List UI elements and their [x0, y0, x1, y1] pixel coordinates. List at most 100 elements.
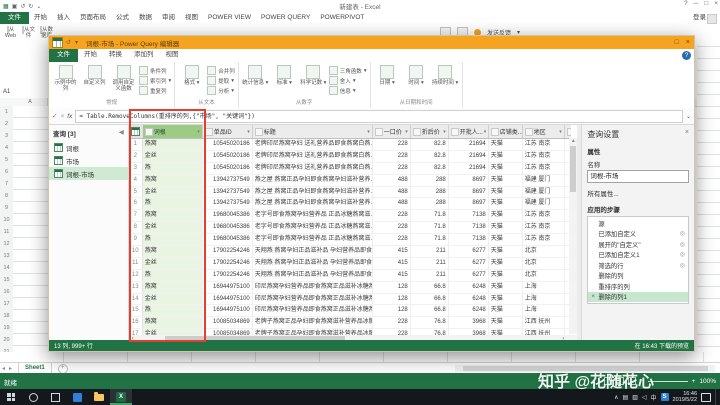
add-sheet-icon[interactable]: +	[58, 364, 68, 374]
applied-step-item[interactable]: × 删除的列1 ◎	[588, 292, 688, 303]
vertical-scroll-thumb[interactable]	[570, 146, 576, 192]
pq-ribbon-tab[interactable]: 视图	[160, 49, 185, 62]
excel-ribbon-tab[interactable]: 页面布局	[75, 12, 111, 24]
filter-dropdown-icon[interactable]: ▾	[559, 129, 562, 135]
excel-ribbon-tab[interactable]: 审阅	[157, 12, 180, 24]
applied-step-item[interactable]: × 筛选的行 ◎	[588, 260, 688, 271]
excel-ribbon-tab[interactable]: POWER VIEW	[203, 12, 256, 24]
commit-icon[interactable]: ✓	[52, 112, 57, 120]
excel-ribbon-tab[interactable]: POWERPIVOT	[315, 12, 369, 24]
trigonometry-button[interactable]: 三角函数 ▾	[329, 66, 367, 75]
zoom-level[interactable]: 100%	[699, 378, 716, 385]
standard-button[interactable]: 标准 ▾	[271, 64, 298, 97]
sogou-ime-icon[interactable]: S	[661, 393, 669, 401]
duration-button[interactable]: 持续时间 ▾	[432, 64, 459, 97]
notification-center-icon[interactable]	[701, 393, 711, 402]
column-header-region[interactable]: 地区▾	[523, 125, 565, 138]
excel-taskbar-button[interactable]: X	[110, 389, 132, 405]
query-list-item[interactable]: 词根	[49, 141, 128, 154]
column-header-price[interactable]: 一口价▾	[373, 125, 411, 138]
column-header-discount-price[interactable]: 折后价▾	[411, 125, 449, 138]
delete-step-icon[interactable]: ×	[591, 293, 598, 300]
gear-icon[interactable]: ◎	[680, 262, 685, 269]
from-file-button[interactable]: 从文件	[20, 27, 37, 40]
file-explorer-button[interactable]	[88, 389, 110, 405]
close-icon[interactable]: ×	[714, 0, 718, 7]
column-from-examples-button[interactable]: 示例中的列	[52, 64, 79, 97]
excel-ribbon-tab[interactable]: POWER QUERY	[256, 12, 315, 24]
column-header-title[interactable]: 标题▾	[253, 125, 373, 138]
format-button[interactable]: 格式 ▾	[178, 64, 205, 97]
taskbar-clock[interactable]: 16:46 2019/5/22	[673, 391, 697, 403]
extract-button[interactable]: 提取 ▾	[207, 76, 235, 85]
gear-icon[interactable]: ◎	[680, 241, 685, 248]
rounding-button[interactable]: 舍入 ▾	[329, 76, 367, 85]
filter-dropdown-icon[interactable]: ▾	[443, 129, 446, 135]
search-button[interactable]	[22, 389, 44, 405]
pq-help-icon[interactable]: ?	[682, 51, 691, 60]
column-header-shop-type[interactable]: 店铺类...▾	[489, 125, 523, 138]
start-button[interactable]	[0, 389, 22, 405]
pq-ribbon-tab[interactable]: 开始	[78, 49, 103, 62]
task-view-button[interactable]	[44, 389, 66, 405]
column-header-buyers[interactable]: 开批人...▾	[449, 125, 489, 138]
index-column-button[interactable]: 索引列 ▾	[139, 76, 171, 85]
applied-step-item[interactable]: × 源 ◎	[588, 218, 688, 229]
gear-icon[interactable]: ◎	[680, 251, 685, 258]
date-button[interactable]: 日期 ▾	[374, 64, 401, 97]
filter-dropdown-icon[interactable]: ▾	[247, 129, 250, 135]
pq-ribbon-tab[interactable]: 添加列	[128, 49, 160, 62]
from-web-button[interactable]: 从 Web	[2, 27, 19, 40]
query-list-item[interactable]: 市场	[49, 154, 128, 167]
excel-ribbon-tab[interactable]: 公式	[111, 12, 134, 24]
statistics-button[interactable]: 统计信息 ▾	[242, 64, 269, 97]
applied-step-item[interactable]: × 展开的"自定义" ◎	[588, 239, 688, 250]
column-a-header[interactable]: A	[13, 98, 48, 106]
sheet-nav-left-icon[interactable]: ◂	[0, 365, 7, 372]
sign-in-button[interactable]: 登录	[693, 12, 706, 24]
query-name-input[interactable]: 词根-市场	[587, 170, 689, 183]
invoke-custom-function-button[interactable]: 调用自定义函数	[110, 64, 137, 97]
sheet-nav-right-icon[interactable]: ▸	[7, 365, 14, 372]
information-button[interactable]: 信息 ▾	[329, 86, 367, 95]
avatar[interactable]	[707, 14, 717, 24]
filter-dropdown-icon[interactable]: ▾	[367, 129, 370, 135]
pq-ribbon-tab[interactable]: 转换	[103, 49, 128, 62]
cancel-icon[interactable]: ×	[60, 113, 64, 120]
scientific-button[interactable]: 科学记数 ▾	[300, 64, 327, 97]
duplicate-column-button[interactable]: 重复列	[139, 86, 171, 95]
pq-ribbon-tab[interactable]: 文件	[49, 49, 78, 62]
ime-indicator[interactable]: 中	[651, 393, 657, 402]
restore-icon[interactable]: □	[704, 0, 708, 7]
pq-undo-icon[interactable]: ↺	[66, 39, 71, 46]
pq-close-icon[interactable]: ×	[686, 36, 690, 49]
tray-expand-icon[interactable]: ∧	[614, 394, 618, 401]
help-icon[interactable]: ?	[684, 0, 688, 7]
scroll-up-icon[interactable]: ▲	[569, 138, 577, 144]
volume-icon[interactable]: ◁	[642, 394, 647, 401]
excel-ribbon-tab[interactable]: 数据	[134, 12, 157, 24]
formula-expand-icon[interactable]: ⌄	[686, 113, 691, 120]
collapse-pane-icon[interactable]: ◀	[119, 128, 124, 138]
conditional-column-button[interactable]: 条件列	[139, 66, 171, 75]
parse-button[interactable]: 分析 ▾	[207, 86, 235, 95]
all-properties-link[interactable]: 所有属性...	[587, 188, 689, 198]
excel-ribbon-tab[interactable]: 开始	[29, 12, 52, 24]
merge-columns-button[interactable]: 合并列	[207, 66, 235, 75]
excel-ribbon-tab[interactable]: 插入	[52, 12, 75, 24]
time-button[interactable]: 时间 ▾	[403, 64, 430, 97]
custom-column-button[interactable]: 自定义列	[81, 64, 108, 97]
excel-ribbon-tab[interactable]: 视图	[180, 12, 203, 24]
name-box[interactable]: A1	[0, 88, 50, 97]
pinned-app-button[interactable]	[66, 389, 88, 405]
vertical-scrollbar[interactable]: ▲	[569, 138, 577, 334]
zoom-in-icon[interactable]: +	[692, 378, 696, 385]
pq-qat-customize-icon[interactable]: ▾	[75, 39, 78, 46]
filter-dropdown-icon[interactable]: ▾	[484, 129, 487, 135]
applied-step-item[interactable]: × 已添加自定义 ◎	[588, 229, 688, 240]
pq-restore-icon[interactable]: □	[675, 36, 679, 49]
gear-icon[interactable]: ◎	[680, 230, 685, 237]
filter-dropdown-icon[interactable]: ▾	[405, 129, 408, 135]
excel-ribbon-tab[interactable]: 文件	[0, 12, 29, 24]
column-header-item-id[interactable]: 单品ID▾	[203, 125, 253, 138]
